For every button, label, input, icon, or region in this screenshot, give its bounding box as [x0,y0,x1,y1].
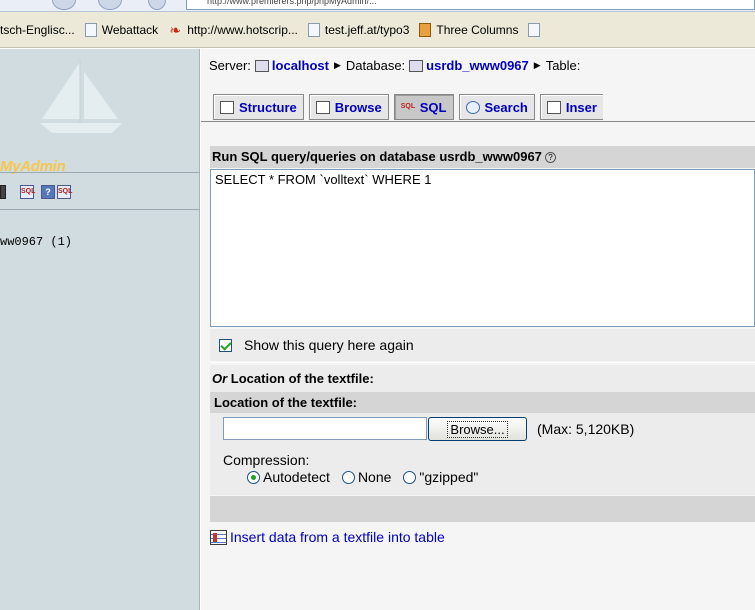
tab-label: Browse [334,99,382,115]
sql-query-icon[interactable]: SQL [20,185,35,199]
show-query-row: Show this query here again [210,329,755,361]
sql-panel-title-text: Run SQL query/queries on database usrdb_… [212,149,542,164]
compression-option-label[interactable]: Autodetect [263,469,330,485]
server-link[interactable]: localhost [272,58,329,73]
tab-label: Search [484,99,528,115]
page-icon [84,22,97,37]
submit-bar [210,496,755,522]
insert-icon [546,100,561,114]
bookmark-item[interactable]: tsch-Englisc... [0,23,75,37]
help-icon[interactable]: ? [544,152,556,164]
bookmark-item[interactable] [528,22,545,37]
divider [0,209,200,210]
tab-bar: Structure Browse SQL SQL Search Inser [213,94,608,120]
bookmark-label: test.jeff.at/typo3 [324,22,410,37]
bookmark-item[interactable]: Three Columns [419,22,519,37]
server-label: Server: [209,58,251,73]
compression-label: Compression: [223,452,310,468]
server-icon [254,59,269,72]
address-bar[interactable]: http://www.premierers.php/phpMyAdmin/... [186,0,755,10]
database-icon [409,59,424,72]
search-icon [465,100,480,114]
page-icon [307,22,320,37]
breadcrumb: Server: localhost ▶ Database: usrdb_www0… [209,58,580,73]
tab-label: Inser [565,99,597,115]
breadcrumb-arrow-icon: ▶ [333,60,341,70]
structure-icon [220,100,234,114]
compression-none-radio[interactable] [341,470,355,484]
table-label: Table: [545,58,581,73]
navigation-icons: SQL ? SQL [0,185,78,199]
bookmark-label: tsch-Englisc... [0,22,75,37]
flame-icon: ❧ [169,21,182,38]
insert-from-textfile-link[interactable]: Insert data from a textfile into table [210,529,445,545]
bookmark-item[interactable]: Webattack [84,22,159,37]
browser-toolbar: http://www.premierers.php/phpMyAdmin/... [0,0,755,12]
tab-label: Structure [239,99,297,115]
or-prefix: Or [212,371,228,386]
home-icon[interactable] [0,185,6,199]
divider [0,172,200,173]
compression-autodetect-radio[interactable] [247,470,260,484]
breadcrumb-arrow-icon: ▶ [533,60,541,70]
divider [210,362,755,363]
back-button-icon[interactable] [52,0,76,10]
textfile-subheading: Location of the textfile: [210,392,755,413]
reload-button-icon[interactable] [148,0,166,10]
database-list-item[interactable]: ww0967 (1) [0,235,72,249]
insert-link-label[interactable]: Insert data from a textfile into table [230,529,445,545]
textfile-heading-text: Location of the textfile: [230,371,374,386]
textfile-heading: Or Location of the textfile: [212,371,374,386]
compression-option-label[interactable]: "gzipped" [419,469,478,485]
database-label: Database: [345,58,406,73]
show-query-checkbox[interactable] [219,338,232,352]
page-icon [528,22,541,37]
browse-button-label: Browse... [447,420,508,438]
insert-table-icon [210,529,227,545]
sql-query-textarea[interactable] [210,169,755,327]
sql-panel-title: Run SQL query/queries on database usrdb_… [210,146,755,168]
tab-search[interactable]: Search [458,94,535,120]
compression-options: Autodetect None "gzipped" [247,469,490,485]
tab-sql[interactable]: SQL SQL [393,94,454,120]
max-size-note: (Max: 5,120KB) [537,421,635,437]
main-frame: Server: localhost ▶ Database: usrdb_www0… [201,49,755,610]
sailboat-logo-icon [40,59,122,133]
sql-icon: SQL [400,102,416,110]
tab-insert[interactable]: Inser [539,94,603,120]
help-icon[interactable]: ? [41,185,55,199]
browse-button[interactable]: Browse... [428,417,527,441]
box-icon [419,22,432,37]
browse-icon [315,100,330,114]
navigation-frame: MyAdmin SQL ? SQL ww0967 (1) [0,49,200,610]
bookmarks-bar: tsch-Englisc... Webattack ❧ http://www.h… [0,12,755,48]
bookmark-label: Three Columns [436,22,519,37]
show-query-label[interactable]: Show this query here again [244,337,414,353]
tab-structure[interactable]: Structure [213,94,304,120]
bookmark-label: Webattack [101,22,159,37]
tab-divider [201,121,755,122]
tab-label: SQL [419,99,447,115]
file-path-input[interactable] [223,417,427,440]
tab-browse[interactable]: Browse [308,94,389,120]
database-link[interactable]: usrdb_www0967 [426,58,529,73]
browser-window: http://www.premierers.php/phpMyAdmin/...… [0,0,755,610]
bookmark-label: http://www.hotscrip... [187,22,298,37]
bookmark-item[interactable]: ❧ http://www.hotscrip... [168,23,298,37]
compression-option-label[interactable]: None [358,469,391,485]
bookmark-item[interactable]: test.jeff.at/typo3 [307,22,410,37]
compression-gzipped-radio[interactable] [403,470,417,484]
textfile-section: Or Location of the textfile: Location of… [210,365,755,495]
sql-window-icon[interactable]: SQL [57,185,72,199]
forward-button-icon[interactable] [98,0,122,10]
